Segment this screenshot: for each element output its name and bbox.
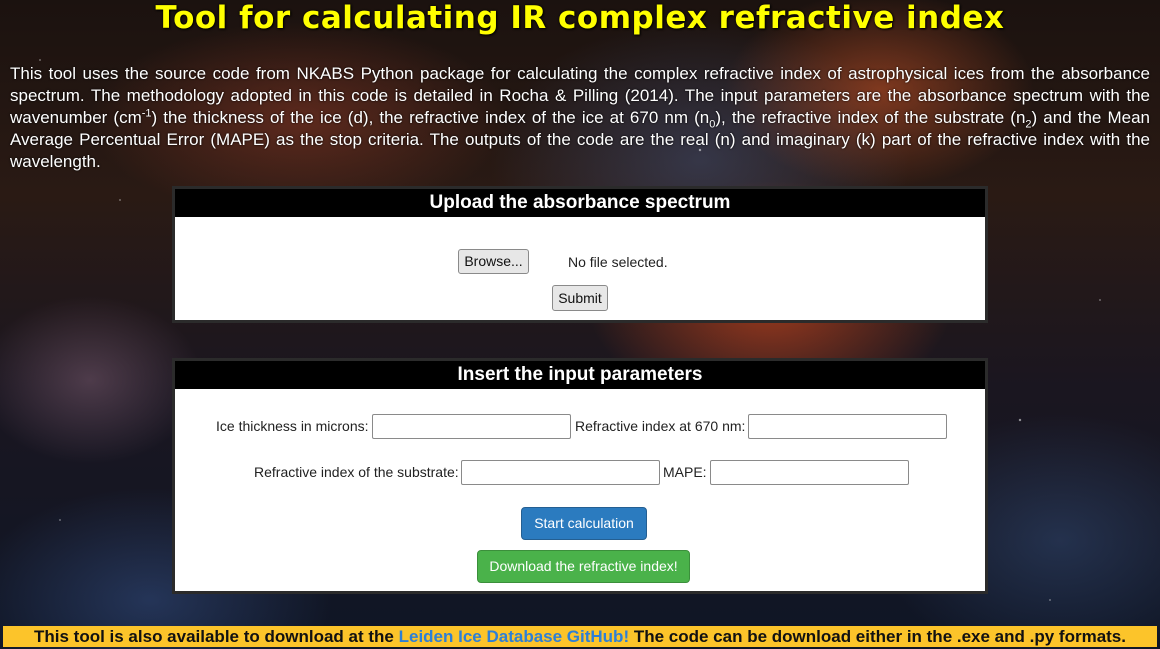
footer-banner: This tool is also available to download … bbox=[3, 626, 1157, 647]
intro-text-3: ), the refractive index of the substrate… bbox=[715, 108, 1026, 127]
parameters-panel: Insert the input parameters Ice thicknes… bbox=[172, 358, 988, 594]
thickness-input[interactable] bbox=[372, 414, 571, 439]
intro-text-2: ) the thickness of the ice (d), the refr… bbox=[151, 108, 710, 127]
download-refractive-index-button[interactable]: Download the refractive index! bbox=[477, 550, 690, 583]
refractive-index-670-label: Refractive index at 670 nm: bbox=[575, 418, 746, 434]
browse-button[interactable]: Browse... bbox=[458, 249, 529, 274]
mape-input[interactable] bbox=[710, 460, 909, 485]
refractive-index-670-input[interactable] bbox=[748, 414, 947, 439]
parameters-heading: Insert the input parameters bbox=[175, 361, 985, 389]
intro-superscript: -1 bbox=[141, 107, 152, 120]
mape-label: MAPE: bbox=[663, 464, 707, 480]
upload-panel: Upload the absorbance spectrum Browse...… bbox=[172, 186, 988, 323]
intro-paragraph: This tool uses the source code from NKAB… bbox=[10, 63, 1150, 173]
footer-text-post: The code can be download either in the .… bbox=[629, 627, 1126, 646]
upload-heading: Upload the absorbance spectrum bbox=[175, 189, 985, 217]
substrate-index-label: Refractive index of the substrate: bbox=[254, 464, 459, 480]
submit-button[interactable]: Submit bbox=[552, 285, 608, 311]
footer-text-pre: This tool is also available to download … bbox=[33, 627, 399, 646]
page-title: Tool for calculating IR complex refracti… bbox=[155, 0, 1005, 36]
thickness-label: Ice thickness in microns: bbox=[216, 418, 369, 434]
substrate-index-input[interactable] bbox=[461, 460, 660, 485]
github-link[interactable]: Leiden Ice Database GitHub! bbox=[399, 627, 630, 646]
file-status-text: No file selected. bbox=[568, 254, 668, 270]
start-calculation-button[interactable]: Start calculation bbox=[521, 507, 647, 540]
